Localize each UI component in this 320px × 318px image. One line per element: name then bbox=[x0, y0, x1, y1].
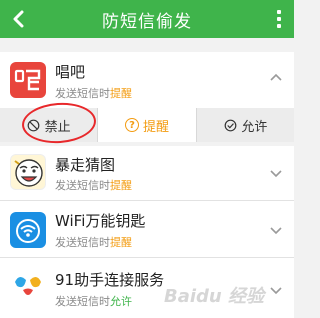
block-label: 禁止 bbox=[44, 119, 71, 135]
app-status: 发送短信时提醒 bbox=[55, 236, 132, 249]
top-bar: 防短信偷发 bbox=[0, 0, 294, 38]
app-name: 唱吧 bbox=[55, 63, 86, 81]
app-name: 暴走猜图 bbox=[55, 156, 116, 174]
chevron-down-icon[interactable] bbox=[268, 165, 284, 181]
wifi-key-app-icon bbox=[10, 212, 46, 248]
app-name: WiFi万能钥匙 bbox=[55, 212, 146, 230]
block-icon bbox=[27, 118, 41, 132]
app-row[interactable]: 暴走猜图 发送短信时提醒 bbox=[0, 146, 294, 200]
screen: 防短信偷发 唱吧 发送短信时提醒 禁止 ? 提醒 允许 暴走猜图 发送短信时提醒… bbox=[0, 0, 294, 318]
allow-button[interactable]: 允许 bbox=[195, 108, 294, 142]
remind-label: 提醒 bbox=[142, 119, 169, 135]
91-assistant-app-icon bbox=[10, 268, 46, 304]
permission-action-bar: 禁止 ? 提醒 允许 bbox=[0, 108, 294, 142]
app-name: 91助手连接服务 bbox=[55, 271, 165, 289]
remind-button[interactable]: ? 提醒 bbox=[97, 108, 196, 142]
app-row[interactable]: 91助手连接服务 发送短信时允许 bbox=[0, 258, 294, 318]
app-status: 发送短信时提醒 bbox=[55, 179, 132, 192]
app-row[interactable]: WiFi万能钥匙 发送短信时提醒 bbox=[0, 201, 294, 257]
page-title: 防短信偷发 bbox=[102, 11, 192, 32]
changba-app-icon bbox=[10, 62, 46, 98]
back-arrow-icon[interactable] bbox=[6, 6, 32, 32]
chevron-up-icon[interactable] bbox=[268, 70, 284, 86]
app-status: 发送短信时提醒 bbox=[55, 87, 132, 100]
chevron-down-icon[interactable] bbox=[268, 282, 284, 298]
question-icon: ? bbox=[124, 118, 139, 132]
chevron-down-icon[interactable] bbox=[268, 222, 284, 238]
app-status: 发送短信时允许 bbox=[55, 295, 132, 308]
app-row[interactable]: 唱吧 发送短信时提醒 bbox=[0, 52, 294, 108]
allow-label: 允许 bbox=[241, 119, 268, 135]
check-icon bbox=[223, 118, 237, 132]
baozou-app-icon bbox=[10, 154, 46, 190]
more-vert-icon[interactable] bbox=[272, 6, 286, 32]
block-button[interactable]: 禁止 bbox=[0, 108, 97, 142]
